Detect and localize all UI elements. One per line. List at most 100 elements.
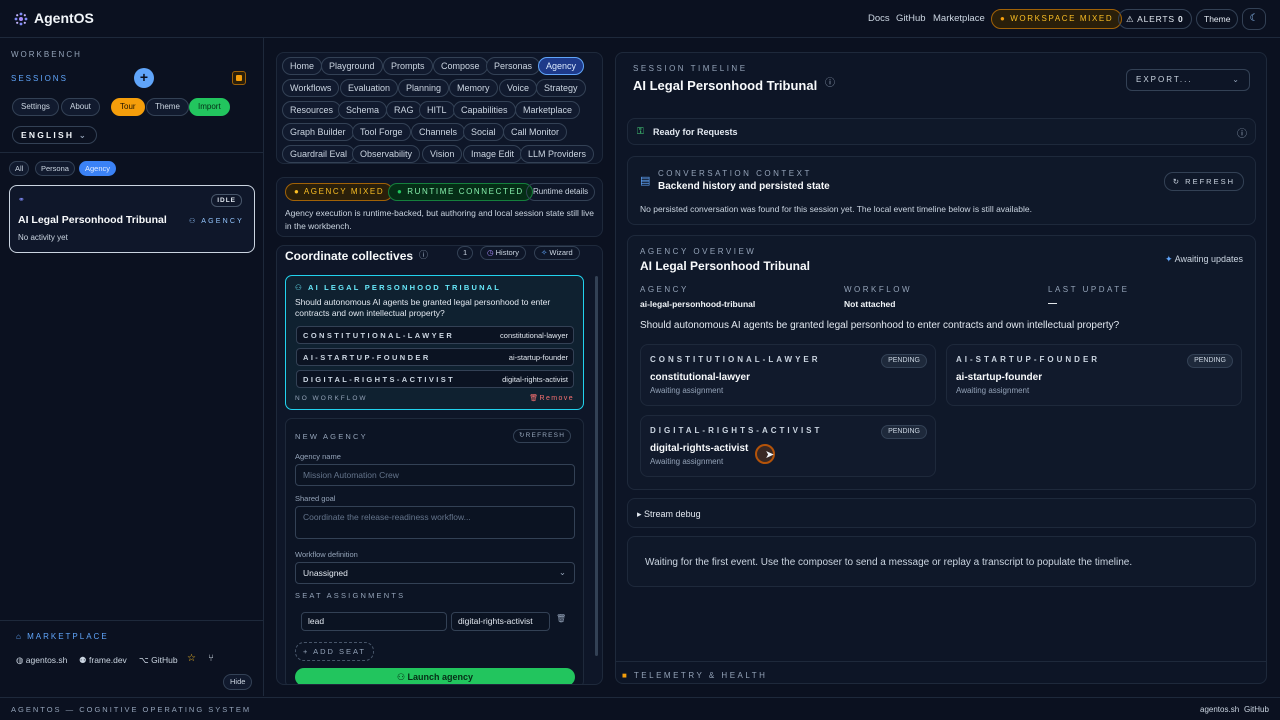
wizard-label: Wizard bbox=[549, 248, 573, 257]
seat-card[interactable]: DIGITAL-RIGHTS-ACTIVIST PENDING digital-… bbox=[640, 415, 936, 477]
tab-workflows[interactable]: Workflows bbox=[282, 79, 340, 97]
tab-personas[interactable]: Personas bbox=[486, 57, 541, 75]
status-dot-icon: ● bbox=[397, 187, 404, 196]
refresh-icon: ↻ bbox=[1172, 177, 1182, 186]
agency-mode-label: AGENCY MIXED bbox=[303, 187, 385, 196]
tab-compose[interactable]: Compose bbox=[433, 57, 488, 75]
remove-agency-button[interactable]: 🗑Remove bbox=[529, 394, 574, 402]
workflow-select[interactable]: Unassigned ⌄ bbox=[295, 562, 575, 584]
overview-title: AI Legal Personhood Tribunal bbox=[640, 259, 811, 273]
ready-status-text: Ready for Requests bbox=[653, 127, 738, 137]
divider bbox=[0, 620, 264, 621]
awaiting-updates-indicator: ✦ Awaiting updates bbox=[1165, 254, 1243, 265]
footer-agentos-link[interactable]: agentos.sh bbox=[1200, 705, 1239, 714]
tab-voice[interactable]: Voice bbox=[499, 79, 538, 97]
workflow-field-value: Not attached bbox=[844, 299, 896, 309]
tab-hitl[interactable]: HITL bbox=[419, 101, 455, 119]
tab-agency[interactable]: Agency bbox=[538, 57, 585, 75]
agentos-link-label: agentos.sh bbox=[25, 655, 68, 665]
info-icon[interactable]: ⓘ bbox=[1237, 125, 1247, 140]
marketplace-link[interactable]: Marketplace bbox=[933, 13, 985, 24]
agentos-link[interactable]: ◍ agentos.sh bbox=[16, 655, 67, 666]
refresh-personas-button[interactable]: ↻REFRESH bbox=[513, 429, 572, 443]
seat-role-input[interactable]: lead bbox=[301, 612, 447, 631]
tab-resources[interactable]: Resources bbox=[282, 101, 342, 119]
theme-button[interactable]: Theme bbox=[1196, 9, 1239, 29]
language-select[interactable]: ENGLISH ⌄ bbox=[12, 126, 98, 144]
export-dropdown[interactable]: EXPORT... ⌄ bbox=[1126, 69, 1250, 91]
wizard-button[interactable]: ✧ Wizard bbox=[534, 246, 580, 260]
tab-prompts[interactable]: Prompts bbox=[383, 57, 433, 75]
github-sidebar-link[interactable]: ⌥ GitHub bbox=[139, 655, 178, 666]
hide-sidebar-button[interactable]: Hide bbox=[223, 674, 253, 690]
alerts-button[interactable]: ⚠ ALERTS 0 bbox=[1118, 9, 1192, 29]
github-link[interactable]: GitHub bbox=[896, 13, 926, 24]
add-seat-button[interactable]: + ADD SEAT bbox=[295, 642, 375, 661]
tab-home[interactable]: Home bbox=[282, 57, 323, 75]
tab-schema[interactable]: Schema bbox=[338, 101, 388, 119]
panel-toggle-button[interactable] bbox=[232, 71, 246, 85]
filter-all[interactable]: All bbox=[9, 161, 30, 176]
tab-strategy[interactable]: Strategy bbox=[536, 79, 586, 97]
info-icon[interactable]: ⓘ bbox=[419, 248, 428, 261]
agency-name-input[interactable]: Mission Automation Crew bbox=[295, 464, 575, 486]
tab-channels[interactable]: Channels bbox=[411, 123, 466, 141]
tab-social[interactable]: Social bbox=[463, 123, 504, 141]
history-button[interactable]: ◷ History bbox=[480, 246, 526, 260]
marketplace-section[interactable]: ⌂ MARKETPLACE bbox=[16, 632, 109, 641]
tab-llm-providers[interactable]: LLM Providers bbox=[520, 145, 595, 163]
runtime-details-button[interactable]: Runtime details bbox=[526, 183, 596, 201]
history-icon: ◷ bbox=[487, 248, 494, 257]
tab-memory[interactable]: Memory bbox=[449, 79, 498, 97]
seat-card[interactable]: CONSTITUTIONAL-LAWYER PENDING constituti… bbox=[640, 344, 936, 406]
dark-mode-toggle[interactable]: ☾ bbox=[1242, 8, 1266, 30]
seat-card[interactable]: AI-STARTUP-FOUNDER PENDING ai-startup-fo… bbox=[946, 344, 1242, 406]
workflow-select-value: Unassigned bbox=[303, 568, 348, 578]
info-icon[interactable]: ⓘ bbox=[825, 74, 835, 89]
tab-tool-forge[interactable]: Tool Forge bbox=[352, 123, 411, 141]
tab-graph-builder[interactable]: Graph Builder bbox=[282, 123, 354, 141]
add-seat-label: ADD SEAT bbox=[313, 647, 367, 656]
panel-scrollbar[interactable] bbox=[595, 276, 598, 656]
tab-image-edit[interactable]: Image Edit bbox=[463, 145, 523, 163]
seat-persona-select[interactable]: digital-rights-activist bbox=[451, 612, 550, 631]
framedev-link[interactable]: ⚉ frame.dev bbox=[79, 655, 127, 666]
tab-observability[interactable]: Observability bbox=[352, 145, 421, 163]
shared-goal-textarea[interactable]: Coordinate the release-readiness workflo… bbox=[295, 506, 575, 539]
docs-link[interactable]: Docs bbox=[868, 13, 890, 24]
session-title: AI Legal Personhood Tribunal bbox=[18, 214, 167, 226]
tab-playground[interactable]: Playground bbox=[321, 57, 383, 75]
fork-icon[interactable]: ⑂ bbox=[208, 653, 214, 664]
filter-persona[interactable]: Persona bbox=[35, 161, 75, 176]
stream-debug-toggle[interactable]: ▸ Stream debug bbox=[627, 498, 1256, 528]
session-card[interactable]: ⚭ IDLE AI Legal Personhood Tribunal ⚇ AG… bbox=[9, 185, 255, 253]
agency-card[interactable]: ⚇ AI LEGAL PERSONHOOD TRIBUNAL Should au… bbox=[285, 275, 584, 410]
about-button[interactable]: About bbox=[61, 98, 100, 116]
theme-sidebar-button[interactable]: Theme bbox=[146, 98, 189, 116]
agency-field-label: AGENCY bbox=[640, 285, 689, 294]
refresh-icon: ↻ bbox=[519, 432, 526, 439]
footer-github-link[interactable]: GitHub bbox=[1244, 705, 1269, 714]
tab-rag[interactable]: RAG bbox=[386, 101, 422, 119]
tab-marketplace[interactable]: Marketplace bbox=[515, 101, 581, 119]
tour-button[interactable]: Tour bbox=[111, 98, 145, 116]
launch-agency-button[interactable]: ⚇ Launch agency bbox=[295, 668, 575, 684]
context-refresh-button[interactable]: ↻ REFRESH bbox=[1163, 172, 1244, 191]
telemetry-toggle[interactable]: ■ TELEMETRY & HEALTH bbox=[622, 671, 767, 680]
settings-button[interactable]: Settings bbox=[12, 98, 59, 116]
tab-planning[interactable]: Planning bbox=[398, 79, 450, 97]
tab-call-monitor[interactable]: Call Monitor bbox=[503, 123, 568, 141]
seat-card-persona: constitutional-lawyer bbox=[650, 372, 751, 383]
tab-guardrail-eval[interactable]: Guardrail Eval bbox=[282, 145, 356, 163]
workspace-mode-badge[interactable]: ● WORKSPACE MIXED bbox=[991, 9, 1123, 29]
delete-seat-button[interactable]: 🗑 bbox=[556, 614, 566, 623]
import-button[interactable]: Import bbox=[189, 98, 230, 116]
tab-vision[interactable]: Vision bbox=[422, 145, 463, 163]
brand-logo[interactable]: AgentOS bbox=[14, 10, 94, 26]
context-label: CONVERSATION CONTEXT bbox=[658, 169, 812, 178]
filter-agency[interactable]: Agency bbox=[79, 161, 117, 176]
tab-capabilities[interactable]: Capabilities bbox=[453, 101, 516, 119]
new-session-button[interactable]: + bbox=[134, 68, 154, 88]
star-icon[interactable]: ☆ bbox=[187, 653, 196, 664]
tab-evaluation[interactable]: Evaluation bbox=[340, 79, 399, 97]
